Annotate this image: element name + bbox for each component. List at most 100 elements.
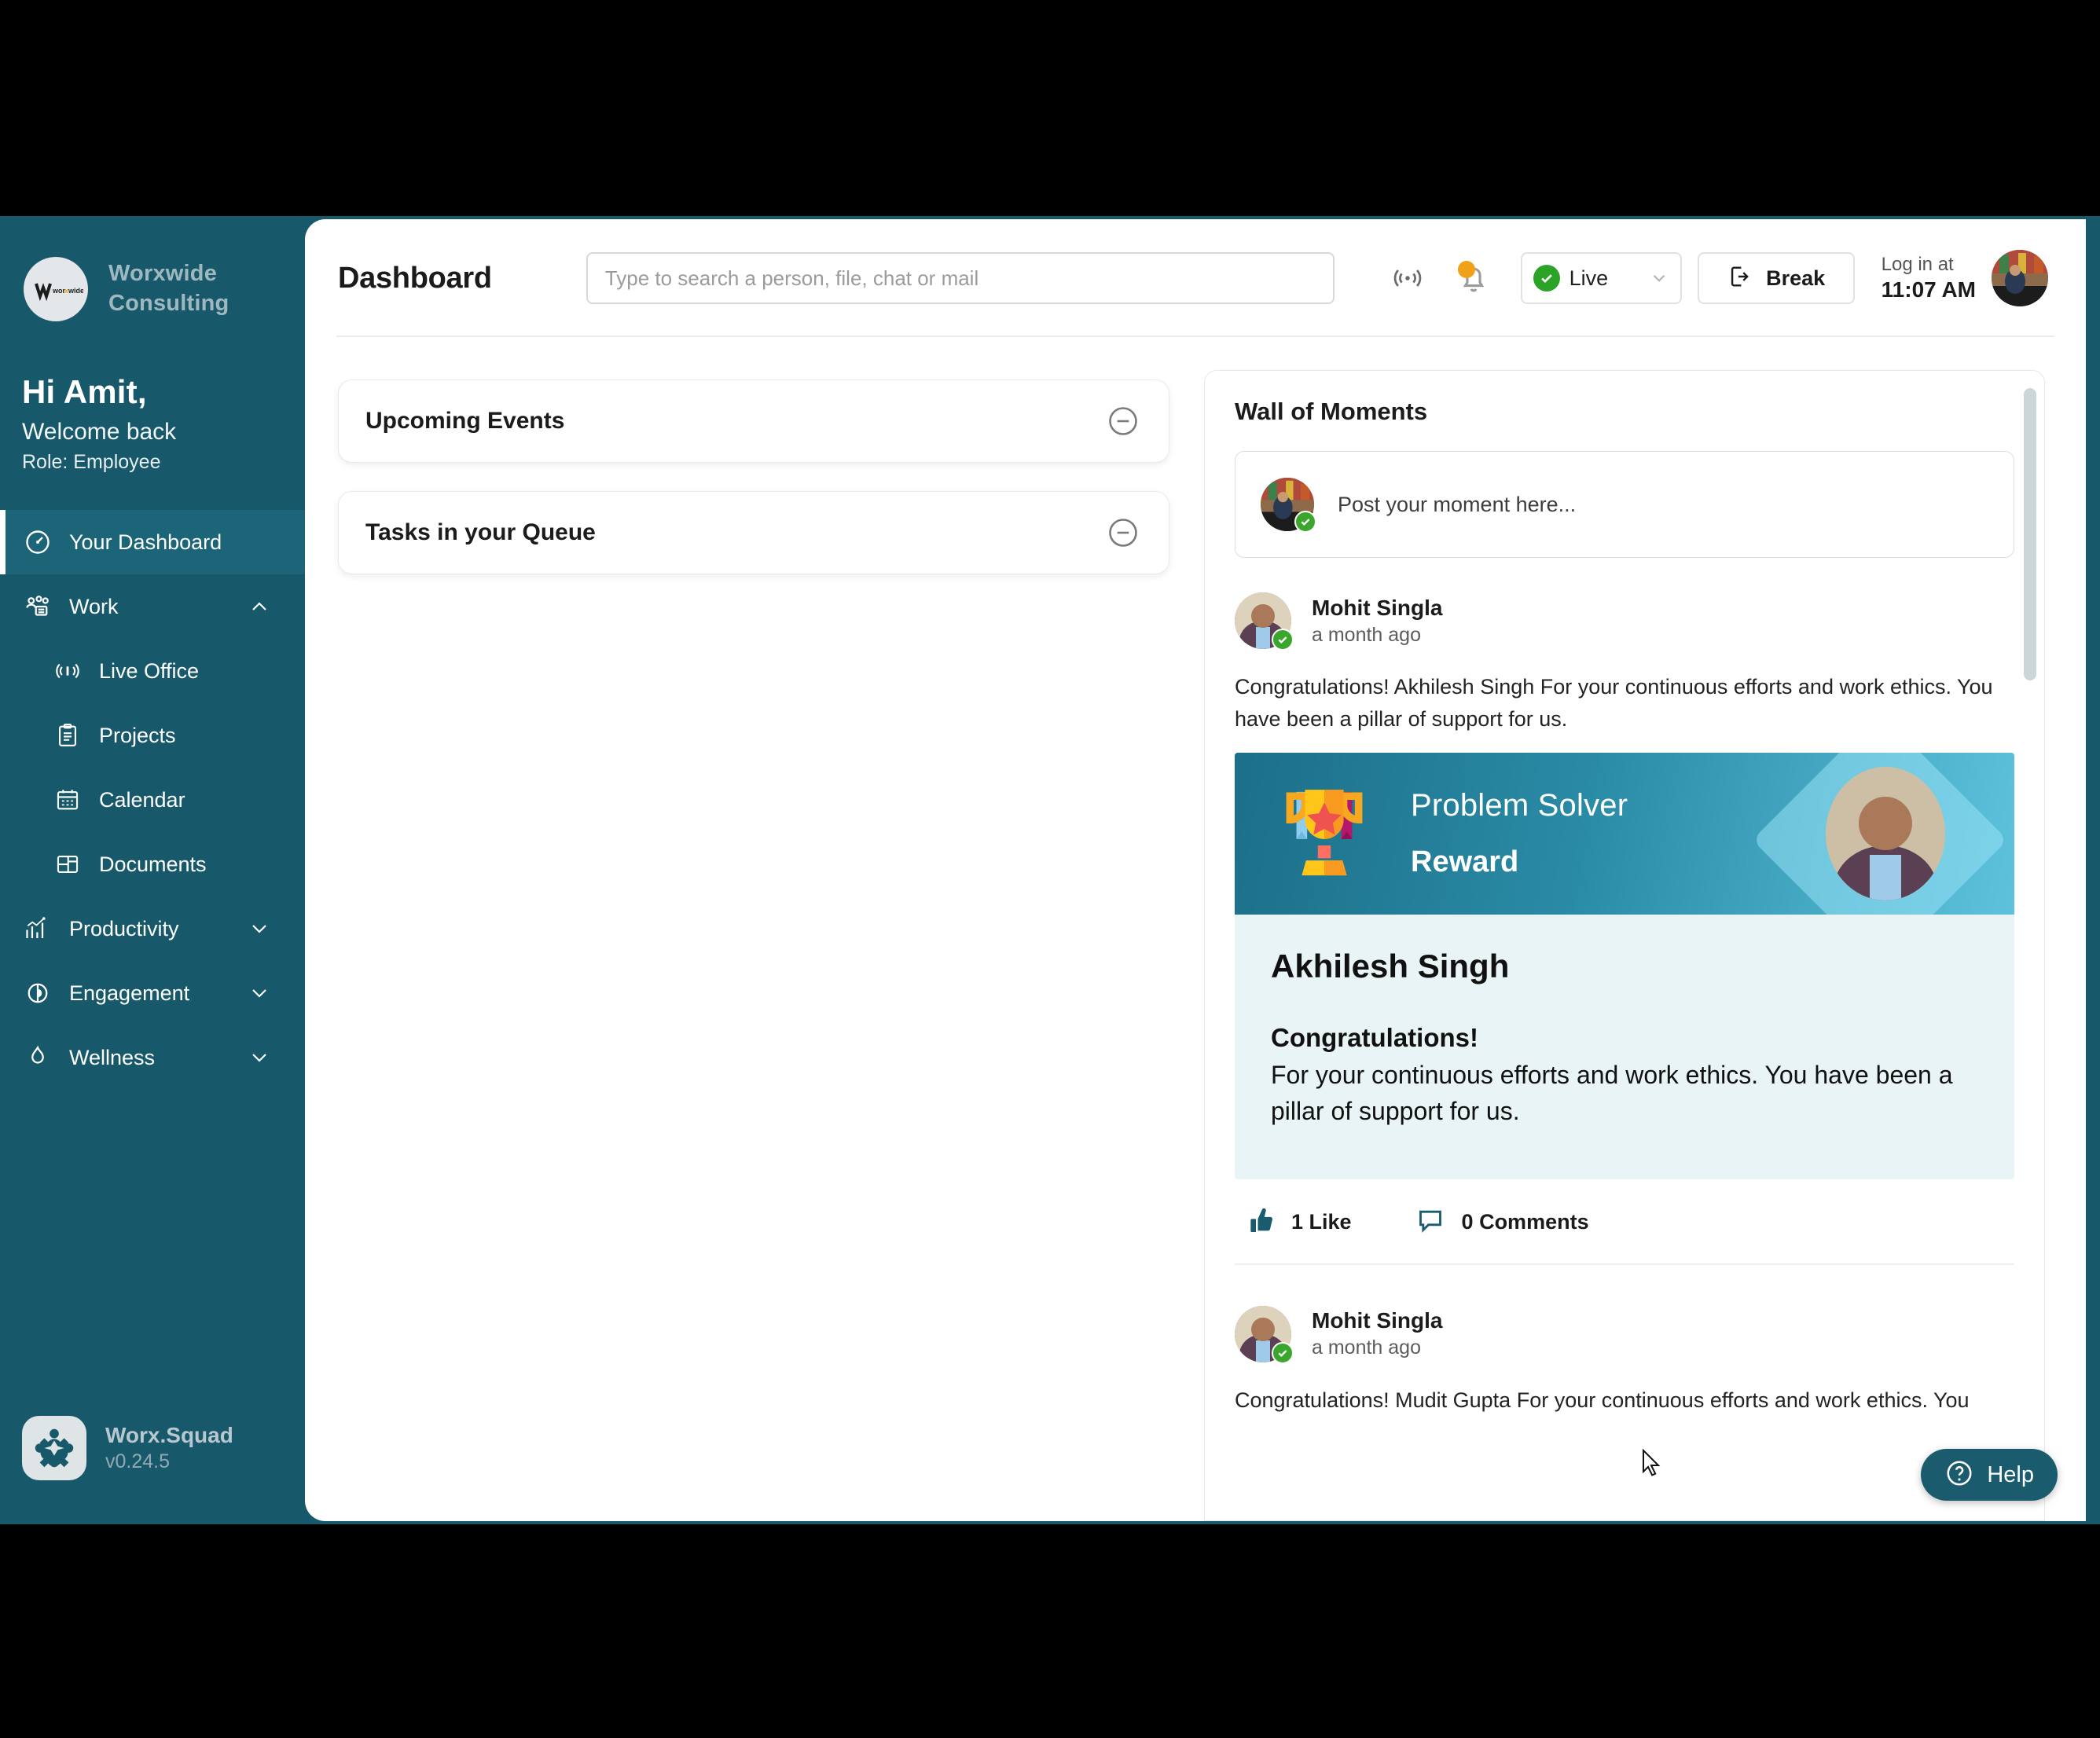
greeting-welcome: Welcome back	[22, 419, 177, 445]
svg-text:wide: wide	[68, 287, 83, 295]
break-label: Break	[1766, 266, 1826, 290]
chevron-down-icon[interactable]	[247, 916, 272, 941]
avatar[interactable]	[1235, 592, 1294, 651]
notification-badge	[1457, 261, 1475, 278]
greeting-block: Hi Amit, Welcome back Role: Employee	[0, 321, 305, 474]
thumbs-up-icon	[1244, 1204, 1276, 1240]
verified-check-icon	[1272, 629, 1294, 651]
tasks-in-queue-card[interactable]: Tasks in your Queue	[338, 491, 1169, 574]
avatar[interactable]	[1235, 1305, 1294, 1364]
like-button[interactable]: 1 Like	[1244, 1204, 1352, 1240]
award-recipient-photo	[1826, 767, 1945, 901]
login-time: 11:07 AM	[1881, 277, 1976, 302]
app-version: v0.24.5	[105, 1450, 171, 1472]
sidebar-item-projects[interactable]: Projects	[0, 703, 305, 768]
broadcast-icon	[52, 655, 83, 687]
sidebar-nav: Your Dashboard Work Live Office Projects…	[0, 510, 305, 1090]
post-composer[interactable]: Post your moment here...	[1235, 451, 2014, 558]
composer-placeholder: Post your moment here...	[1338, 492, 1577, 516]
wall-of-moments-panel: Wall of Moments Post your moment here...…	[1204, 370, 2045, 1521]
worx-squad-logo-icon	[22, 1416, 86, 1480]
trophy-icon	[1269, 775, 1379, 893]
sidebar-item-label: Your Dashboard	[69, 530, 222, 554]
post-actions: 1 Like 0 Comments	[1235, 1179, 2014, 1265]
question-circle-icon	[1944, 1458, 1974, 1492]
comment-count-label: 0 Comments	[1461, 1209, 1589, 1234]
bar-chart-icon	[22, 913, 53, 944]
award-recipient-name: Akhilesh Singh	[1271, 948, 1510, 985]
sidebar-item-wellness[interactable]: Wellness	[0, 1025, 305, 1090]
sidebar-item-work[interactable]: Work	[0, 574, 305, 639]
greeting-name: Hi Amit,	[22, 373, 147, 410]
scrollbar-thumb[interactable]	[2024, 388, 2036, 680]
sidebar-item-live-office[interactable]: Live Office	[0, 639, 305, 703]
app-branding: Worx.Squad v0.24.5	[22, 1416, 233, 1480]
comment-icon	[1415, 1204, 1446, 1240]
brand-name: Worxwide Consulting	[108, 261, 229, 316]
brand: wor x wide Worxwide Consulting	[0, 216, 305, 321]
pie-leaf-icon	[22, 977, 53, 1009]
status-online-icon	[1533, 265, 1560, 292]
left-column: Upcoming Events Tasks in your Queue	[338, 370, 1169, 1521]
award-banner: Problem Solver Reward	[1235, 753, 2014, 915]
sidebar-item-documents[interactable]: Documents	[0, 832, 305, 896]
sidebar-item-engagement[interactable]: Engagement	[0, 961, 305, 1025]
post-timestamp: a month ago	[1312, 1336, 1421, 1359]
comment-button[interactable]: 0 Comments	[1415, 1204, 1589, 1240]
minus-circle-icon[interactable]	[1106, 404, 1140, 438]
status-label: Live	[1569, 266, 1609, 290]
clipboard-icon	[52, 720, 83, 751]
sidebar-item-label: Documents	[99, 852, 207, 876]
gauge-icon	[22, 526, 53, 558]
award-kind: Problem Solver	[1411, 788, 1628, 823]
svg-text:wor: wor	[52, 287, 65, 295]
status-select[interactable]: Live	[1520, 252, 1682, 304]
verified-check-icon	[1294, 511, 1316, 533]
sidebar-item-label: Wellness	[69, 1045, 156, 1069]
avatar[interactable]	[1992, 250, 2048, 306]
award-titles: Problem Solver Reward	[1411, 788, 1628, 879]
sidebar-item-productivity[interactable]: Productivity	[0, 896, 305, 961]
upcoming-events-card[interactable]: Upcoming Events	[338, 380, 1169, 463]
break-button[interactable]: Break	[1697, 252, 1855, 304]
mouse-cursor	[1641, 1448, 1661, 1477]
calendar-icon	[52, 784, 83, 816]
help-label: Help	[1987, 1461, 2034, 1487]
minus-circle-icon[interactable]	[1106, 515, 1140, 550]
post-text: Congratulations! Akhilesh Singh For your…	[1235, 675, 1993, 732]
layout-icon	[52, 849, 83, 880]
logout-icon	[1727, 263, 1753, 294]
bell-icon[interactable]	[1441, 251, 1507, 305]
post-header: Mohit Singla a month ago	[1235, 1305, 2014, 1364]
sidebar-item-calendar[interactable]: Calendar	[0, 768, 305, 832]
topbar-actions: Live Break Log in at 11:07 AM	[1375, 250, 2048, 306]
main-panel: Dashboard Type to search a person, file,…	[305, 219, 2086, 1521]
team-icon	[22, 591, 53, 622]
app-name: Worx.Squad	[105, 1423, 233, 1447]
chevron-down-icon[interactable]	[1649, 268, 1669, 288]
sidebar-item-label: Calendar	[99, 787, 185, 812]
search-input[interactable]	[586, 252, 1335, 304]
award-body: Akhilesh Singh Congratulations! For your…	[1235, 915, 2014, 1179]
sidebar-item-label: Live Office	[99, 658, 200, 683]
chevron-up-icon[interactable]	[247, 594, 272, 619]
post-author[interactable]: Mohit Singla	[1312, 1308, 1442, 1333]
broadcast-icon[interactable]	[1375, 251, 1441, 305]
post: Mohit Singla a month ago Congratulations…	[1235, 1305, 2014, 1417]
post: Mohit Singla a month ago Congratulations…	[1235, 592, 2014, 1265]
verified-check-icon	[1272, 1341, 1294, 1364]
login-time-block: Log in at 11:07 AM	[1882, 254, 1976, 302]
avatar	[1261, 478, 1316, 533]
post-timestamp: a month ago	[1312, 623, 1421, 646]
wall-title: Wall of Moments	[1235, 398, 1428, 425]
sidebar-item-label: Productivity	[69, 916, 179, 940]
sidebar-item-label: Work	[69, 594, 119, 618]
help-button[interactable]: Help	[1921, 1449, 2058, 1501]
chevron-down-icon[interactable]	[247, 981, 272, 1006]
post-text: Congratulations! Mudit Gupta For your co…	[1235, 1388, 1970, 1412]
chevron-down-icon[interactable]	[247, 1045, 272, 1070]
scrollbar[interactable]	[2024, 388, 2036, 1520]
post-author[interactable]: Mohit Singla	[1312, 596, 1442, 621]
award-description: For your continuous efforts and work eth…	[1271, 1061, 1953, 1125]
sidebar-item-your-dashboard[interactable]: Your Dashboard	[0, 510, 305, 574]
